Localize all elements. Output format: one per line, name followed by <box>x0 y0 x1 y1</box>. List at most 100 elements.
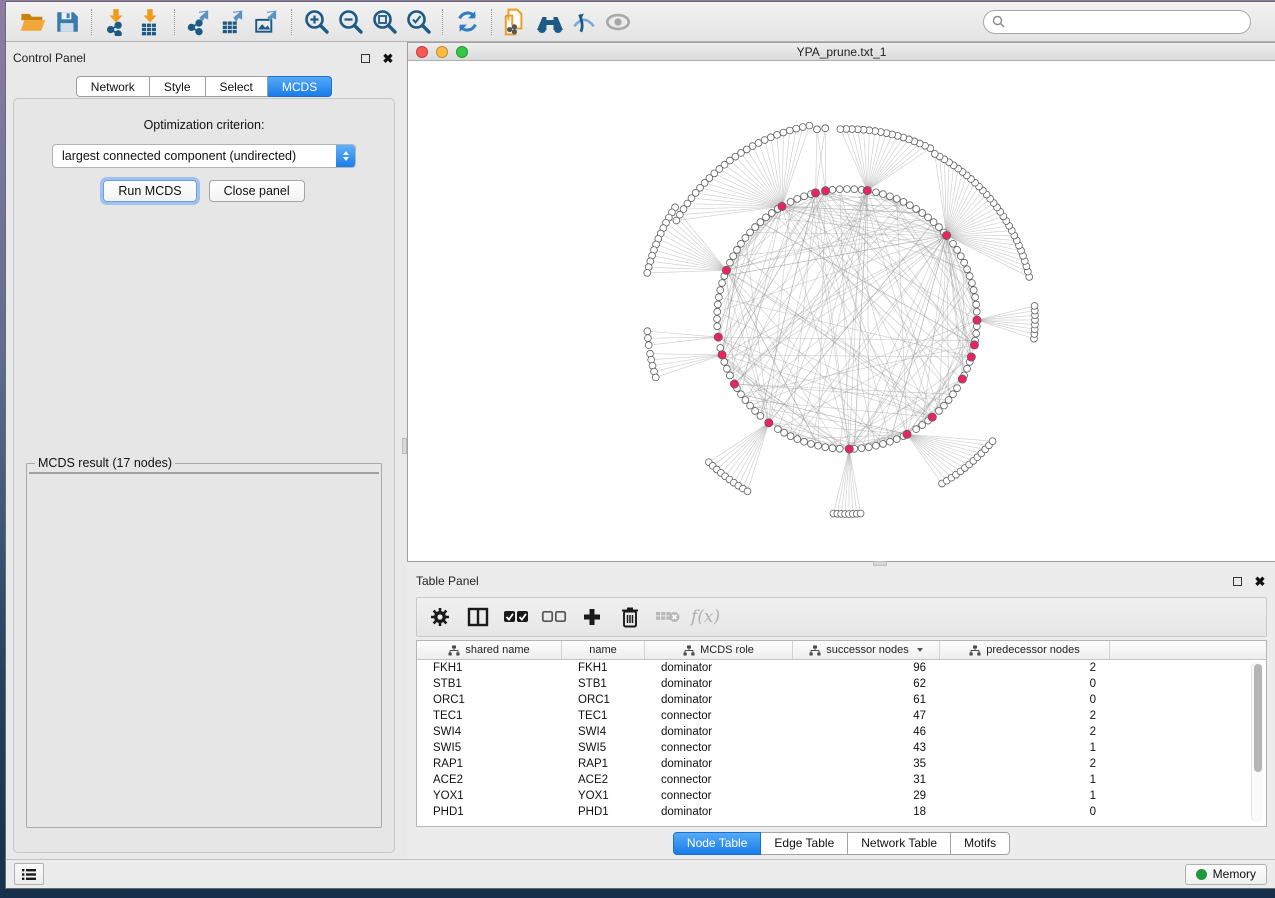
network-node[interactable] <box>973 330 980 337</box>
network-node[interactable] <box>906 202 913 209</box>
horizontal-splitter[interactable] <box>407 562 1275 566</box>
network-node[interactable] <box>742 397 749 404</box>
network-node[interactable] <box>717 345 724 352</box>
network-node[interactable] <box>919 422 926 429</box>
network-node[interactable] <box>794 195 801 202</box>
network-node[interactable] <box>717 287 724 294</box>
table-row[interactable]: ORC1ORC1dominator610 <box>417 692 1266 708</box>
network-node[interactable] <box>964 365 971 372</box>
network-node[interactable] <box>989 438 996 445</box>
network-node[interactable] <box>793 125 800 132</box>
network-node[interactable] <box>836 445 843 452</box>
network-node[interactable] <box>913 206 920 213</box>
network-hub-node[interactable] <box>958 375 966 383</box>
apply-layout-icon[interactable] <box>450 7 484 37</box>
network-node[interactable] <box>873 189 880 196</box>
network-node[interactable] <box>721 359 728 366</box>
network-node[interactable] <box>714 323 721 330</box>
table-row[interactable]: FKH1FKH1dominator962 <box>417 660 1266 676</box>
network-node[interactable] <box>936 224 943 231</box>
network-node[interactable] <box>714 316 721 323</box>
network-node[interactable] <box>1031 302 1038 309</box>
network-node[interactable] <box>652 374 659 381</box>
network-node[interactable] <box>957 253 964 260</box>
network-node[interactable] <box>887 193 894 200</box>
network-node[interactable] <box>931 150 938 157</box>
network-node[interactable] <box>714 308 721 315</box>
network-node[interactable] <box>950 240 957 247</box>
table-row[interactable]: ACE2ACE2connector311 <box>417 772 1266 788</box>
tab-node-table[interactable]: Node Table <box>673 832 762 855</box>
network-node[interactable] <box>893 195 900 202</box>
table-panel-close-button[interactable]: ✖ <box>1253 574 1267 588</box>
network-node[interactable] <box>930 219 937 226</box>
network-node[interactable] <box>734 246 741 253</box>
network-node[interactable] <box>644 328 651 335</box>
tab-select[interactable]: Select <box>206 76 268 97</box>
network-node[interactable] <box>973 301 980 308</box>
network-hub-node[interactable] <box>765 419 773 427</box>
network-node[interactable] <box>972 294 979 301</box>
network-node[interactable] <box>744 488 751 495</box>
vertical-splitter-handle[interactable] <box>402 438 407 454</box>
show-panels-button[interactable] <box>14 863 44 885</box>
network-node[interactable] <box>913 426 920 433</box>
network-node[interactable] <box>857 510 864 517</box>
table-panel-float-button[interactable] <box>1230 574 1244 588</box>
control-panel-close-button[interactable]: ✖ <box>381 51 395 65</box>
network-node[interactable] <box>945 397 952 404</box>
find-icon[interactable] <box>533 7 567 37</box>
column-header-name[interactable]: name <box>562 641 645 659</box>
network-hub-node[interactable] <box>973 316 981 324</box>
table-row[interactable]: SWI5SWI5connector431 <box>417 740 1266 756</box>
network-hub-node[interactable] <box>811 189 819 197</box>
network-hub-node[interactable] <box>903 430 911 438</box>
network-hub-node[interactable] <box>845 445 853 453</box>
show-all-icon[interactable] <box>601 7 635 37</box>
network-node[interactable] <box>644 269 651 276</box>
zoom-in-icon[interactable] <box>299 7 333 37</box>
network-node[interactable] <box>880 191 887 198</box>
column-header-successor-nodes[interactable]: successor nodes <box>793 641 940 659</box>
network-node[interactable] <box>767 134 774 141</box>
zoom-fit-icon[interactable] <box>367 7 401 37</box>
network-node[interactable] <box>941 402 948 409</box>
table-scrollbar-thumb[interactable] <box>1254 664 1262 772</box>
network-node[interactable] <box>768 210 775 217</box>
network-node[interactable] <box>900 198 907 205</box>
network-node[interactable] <box>787 433 794 440</box>
network-hub-node[interactable] <box>714 333 722 341</box>
network-node[interactable] <box>950 391 957 398</box>
settings-gear-icon[interactable] <box>425 603 455 631</box>
memory-button[interactable]: Memory <box>1185 864 1267 885</box>
run-mcds-button[interactable]: Run MCDS <box>103 180 196 202</box>
table-row[interactable]: STB1STB1dominator620 <box>417 676 1266 692</box>
network-node[interactable] <box>780 129 787 136</box>
network-node[interactable] <box>726 372 733 379</box>
network-hub-node[interactable] <box>928 413 936 421</box>
search-box[interactable] <box>983 10 1251 34</box>
network-hub-node[interactable] <box>718 351 726 359</box>
search-input[interactable] <box>1010 15 1242 29</box>
network-node[interactable] <box>822 125 829 132</box>
network-node[interactable] <box>645 335 652 342</box>
network-hub-node[interactable] <box>863 187 871 195</box>
network-node[interactable] <box>887 438 894 445</box>
network-node[interactable] <box>752 408 759 415</box>
network-node[interactable] <box>799 124 806 131</box>
network-node[interactable] <box>936 408 943 415</box>
deselect-all-checkbox-icon[interactable] <box>539 603 569 631</box>
network-node[interactable] <box>865 444 872 451</box>
network-node[interactable] <box>814 126 821 133</box>
network-node[interactable] <box>851 186 858 193</box>
network-node[interactable] <box>757 219 764 226</box>
network-hub-node[interactable] <box>942 231 950 239</box>
network-node[interactable] <box>787 198 794 205</box>
network-node[interactable] <box>829 186 836 193</box>
table-row[interactable]: RAP1RAP1dominator352 <box>417 756 1266 772</box>
network-node[interactable] <box>781 429 788 436</box>
network-hub-node[interactable] <box>722 266 730 274</box>
network-node[interactable] <box>954 385 961 392</box>
vertical-splitter[interactable] <box>401 42 407 859</box>
network-node[interactable] <box>715 294 722 301</box>
